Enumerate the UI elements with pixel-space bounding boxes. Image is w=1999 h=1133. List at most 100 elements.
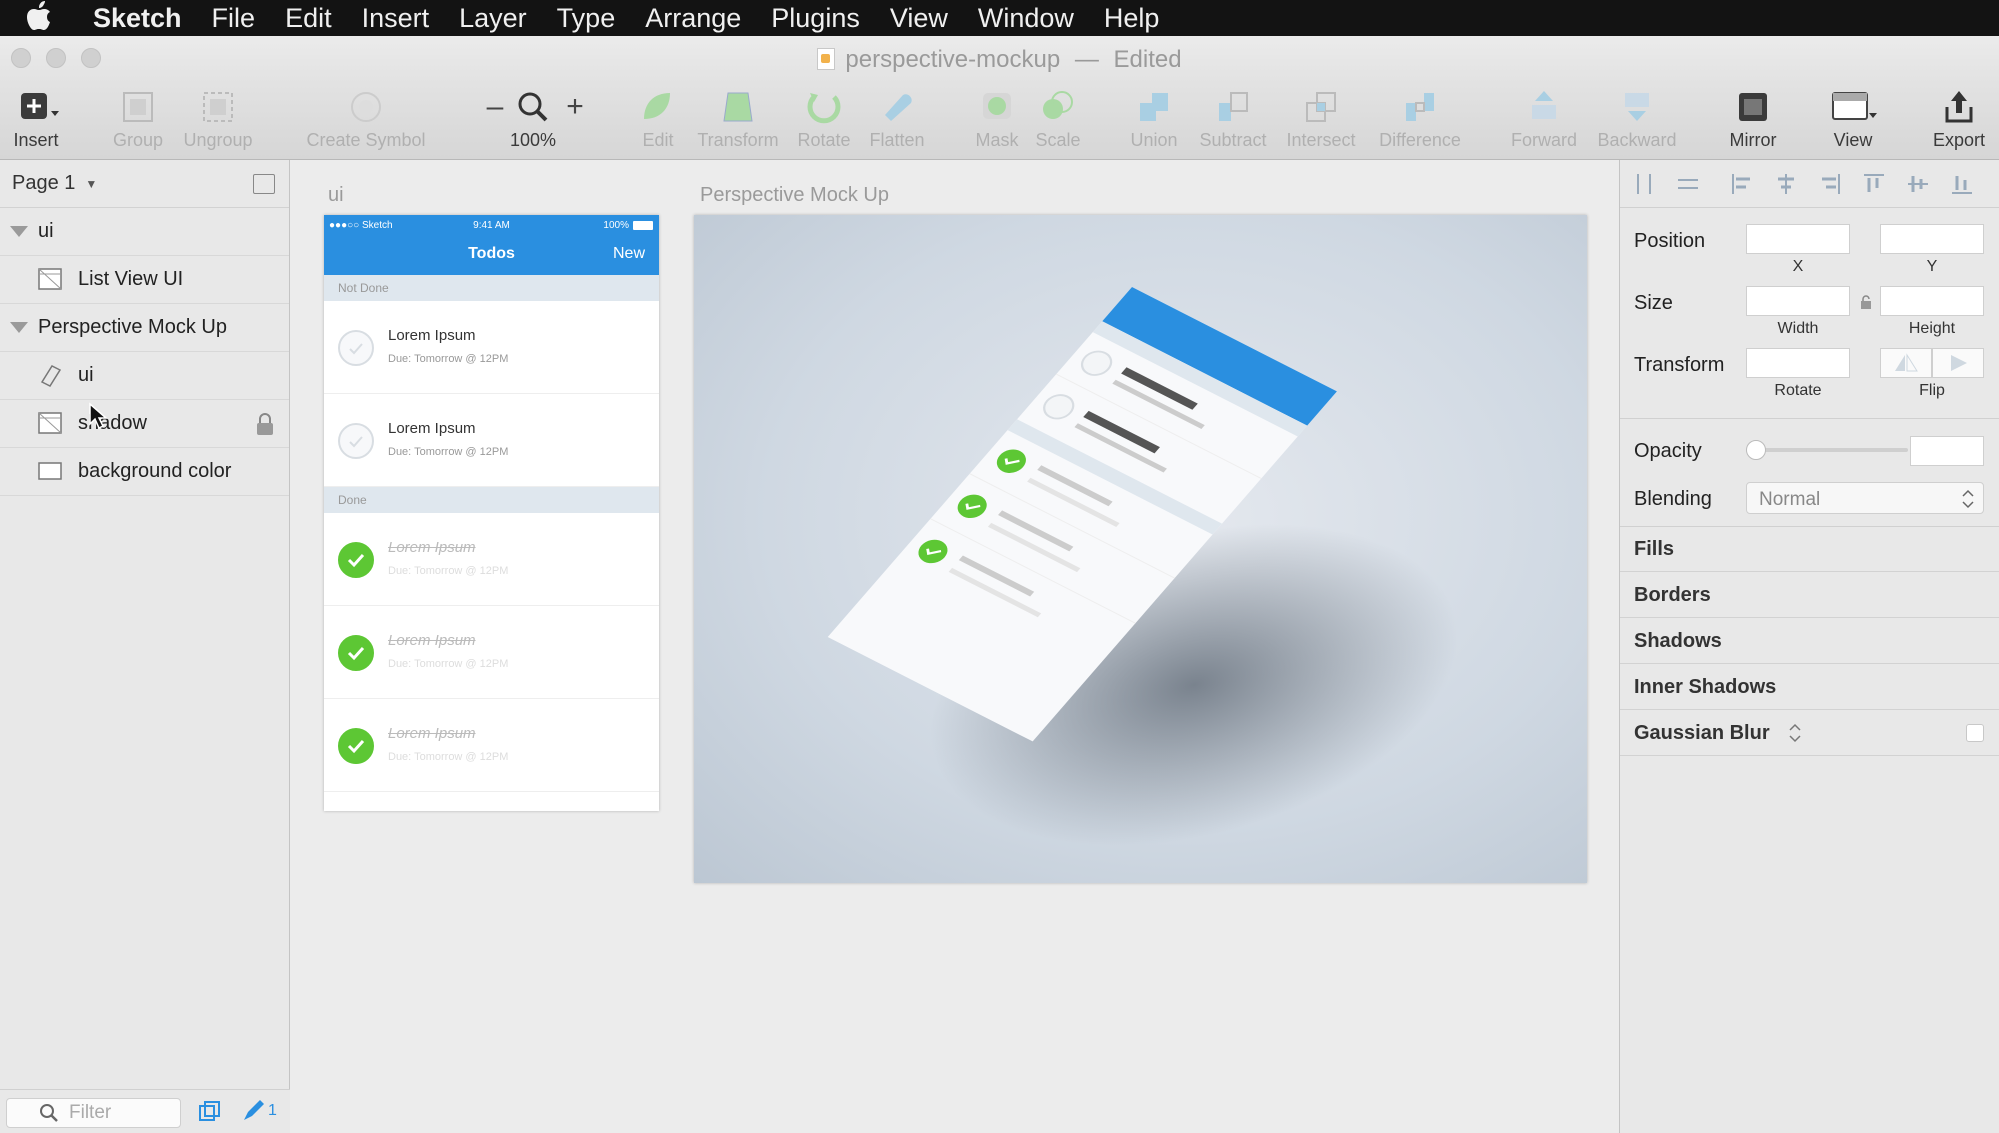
position-y-field[interactable] [1880,224,1984,254]
menu-insert[interactable]: Insert [347,3,445,34]
position-x-field[interactable] [1746,224,1850,254]
union-button[interactable]: Union [1124,84,1184,160]
height-field[interactable] [1880,286,1984,316]
todo-row-done[interactable]: Lorem Ipsum Due: Tomorrow @ 12PM [324,699,659,792]
menu-layer[interactable]: Layer [444,3,542,34]
edited-layers-filter-icon[interactable] [240,1098,266,1129]
align-middle-icon[interactable] [1906,172,1930,201]
pages-toggle-icon[interactable] [253,174,275,194]
opacity-slider[interactable] [1746,448,1908,452]
flatten-button[interactable]: Flatten [864,84,930,160]
menu-type[interactable]: Type [542,3,631,34]
unchecked-circle-icon[interactable] [338,423,374,459]
todo-row-done[interactable]: Lorem Ipsum Due: Tomorrow @ 12PM [324,513,659,606]
distribute-horizontal-icon[interactable] [1632,172,1656,201]
chevron-updown-icon[interactable] [1788,722,1802,744]
create-symbol-button[interactable]: Create Symbol [296,84,436,160]
checkmark-icon[interactable] [338,728,374,764]
mask-button[interactable]: Mask [970,84,1024,160]
forward-button[interactable]: Forward [1506,84,1582,160]
flip-horizontal-button[interactable] [1880,348,1932,378]
transform-button[interactable]: Transform [692,84,784,160]
artboard-perspective-mock-up[interactable] [694,215,1587,883]
subtract-button[interactable]: Subtract [1194,84,1272,160]
edit-button[interactable]: Edit [636,84,680,160]
unchecked-circle-icon[interactable] [338,330,374,366]
canvas[interactable]: ui Perspective Mock Up ●●●○○ Sketch 9:41… [290,160,1619,1133]
flatten-label: Flatten [869,130,925,150]
align-top-icon[interactable] [1862,172,1886,201]
todo-row-done[interactable]: Lorem Ipsum Due: Tomorrow @ 12PM [324,606,659,699]
menu-edit[interactable]: Edit [270,3,347,34]
view-button[interactable]: View [1820,84,1886,160]
artboard-list-view-ui[interactable]: ●●●○○ Sketch 9:41 AM 100% Todos New Not … [324,215,659,811]
section-borders[interactable]: Borders [1620,572,1999,618]
ungroup-button[interactable]: Ungroup [178,84,258,160]
insert-button[interactable]: Insert [6,84,66,160]
align-center-icon[interactable] [1774,172,1798,201]
group-button[interactable]: Group [106,84,170,160]
apple-icon[interactable] [26,0,68,36]
layer-group-perspective-mock-up[interactable]: Perspective Mock Up [0,304,289,352]
todo-title: Lorem Ipsum [388,632,476,649]
layer-artboard-list-view-ui[interactable]: List View UI [0,256,289,304]
layer-image-shadow[interactable]: shadow [0,400,289,448]
difference-label: Difference [1379,130,1461,150]
align-left-icon[interactable] [1730,172,1754,201]
sketch-app: Sketch File Edit Insert Layer Type Arran… [0,0,1999,1133]
align-right-icon[interactable] [1818,172,1842,201]
export-button[interactable]: Export [1926,84,1992,160]
menu-app-sketch[interactable]: Sketch [78,3,197,34]
opacity-slider-handle[interactable] [1746,440,1766,460]
rotate-button[interactable]: Rotate [792,84,856,160]
rotate-field[interactable] [1746,348,1850,378]
zoom-control[interactable]: 100% [508,84,558,160]
artboard-label-perspective-mock-up[interactable]: Perspective Mock Up [700,184,889,207]
width-field[interactable] [1746,286,1850,316]
todo-title: Lorem Ipsum [388,327,476,344]
section-title: Borders [1634,584,1711,606]
section-shadows[interactable]: Shadows [1620,618,1999,664]
intersect-button[interactable]: Intersect [1280,84,1362,160]
align-bottom-icon[interactable] [1950,172,1974,201]
menu-help[interactable]: Help [1089,3,1175,34]
section-gaussian-blur[interactable]: Gaussian Blur [1620,710,1999,756]
mirror-button[interactable]: Mirror [1720,84,1786,160]
zoom-out-button[interactable]: – [480,84,510,160]
scale-button[interactable]: Scale [1030,84,1086,160]
artboard-label-ui[interactable]: ui [328,184,344,207]
distribute-vertical-icon[interactable] [1676,172,1700,201]
opacity-field[interactable] [1910,436,1984,466]
layer-group-ui[interactable]: ui [0,208,289,256]
mirror-icon [1735,84,1771,130]
menu-window[interactable]: Window [963,3,1089,34]
flip-vertical-button[interactable] [1932,348,1984,378]
disclosure-triangle-icon[interactable] [10,322,28,333]
lock-ratio-icon[interactable] [1859,294,1873,315]
backward-button[interactable]: Backward [1590,84,1684,160]
section-inner-shadows[interactable]: Inner Shadows [1620,664,1999,710]
symbols-filter-icon[interactable] [198,1100,222,1129]
menu-view[interactable]: View [875,3,963,34]
gaussian-blur-checkbox[interactable] [1966,724,1984,742]
zoom-in-button[interactable]: + [560,84,590,160]
todo-row[interactable]: Lorem Ipsum Due: Tomorrow @ 12PM [324,394,659,487]
section-fills[interactable]: Fills [1620,526,1999,572]
todo-row[interactable]: Lorem Ipsum Due: Tomorrow @ 12PM [324,301,659,394]
menu-arrange[interactable]: Arrange [630,3,756,34]
disclosure-triangle-icon[interactable] [10,226,28,237]
menu-file[interactable]: File [197,3,271,34]
zoom-level: 100% [509,130,557,150]
lock-icon[interactable] [255,412,275,436]
layer-shape-ui[interactable]: ui [0,352,289,400]
filter-input[interactable]: Filter [6,1098,181,1128]
difference-button[interactable]: Difference [1374,84,1466,160]
nav-new-button[interactable]: New [613,245,645,263]
blending-select[interactable]: Normal [1746,482,1984,514]
checkmark-icon[interactable] [338,542,374,578]
menu-plugins[interactable]: Plugins [756,3,875,34]
layer-rect-background-color[interactable]: background color [0,448,289,496]
page-selector[interactable]: Page 1 ▼ [0,160,289,208]
mask-label: Mask [975,130,1019,150]
checkmark-icon[interactable] [338,635,374,671]
